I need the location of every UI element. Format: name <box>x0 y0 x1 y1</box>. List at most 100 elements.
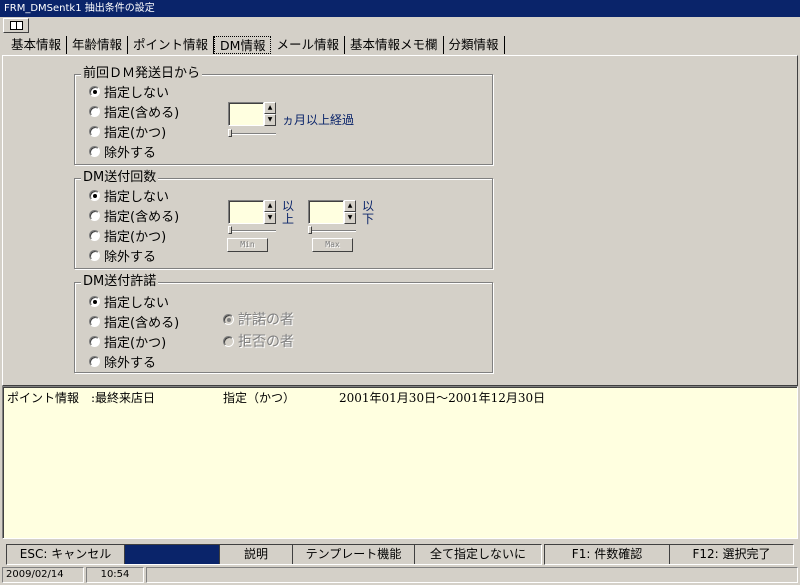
months-spinner[interactable]: ▲ ▼ <box>228 102 276 126</box>
tab-strip: 基本情報 年齢情報 ポイント情報 DM情報 メール情報 基本情報メモ欄 分類情報 <box>6 36 505 54</box>
window-title: FRM_DMSentk1 抽出条件の設定 <box>0 0 800 17</box>
f1-count-button[interactable]: F1: 件数確認 <box>545 545 670 564</box>
spin-up-icon[interactable]: ▲ <box>264 102 276 114</box>
function-bar-right: F1: 件数確認 F12: 選択完了 <box>544 544 794 565</box>
condition-log: ポイント情報 :最終来店日 指定（かつ） 2001年01月30日～2001年12… <box>2 386 798 539</box>
group-last-dm-date: 前回ＤＭ発送日から 指定しない 指定(含める) 指定(かつ) 除外する ▲ ▼ … <box>74 66 493 165</box>
spin-down-icon[interactable]: ▼ <box>264 212 276 224</box>
radio-exclude[interactable]: 除外する <box>89 246 157 265</box>
spin-down-icon[interactable]: ▼ <box>264 114 276 126</box>
esc-cancel-button[interactable]: ESC: キャンセル <box>7 545 125 564</box>
min-count-input[interactable] <box>228 200 264 224</box>
radio-label: 除外する <box>104 145 157 161</box>
max-label-upper: 以 <box>362 199 375 213</box>
group-dm-permission: DM送付許諾 指定しない 指定(含める) 指定(かつ) 除外する 許諾の者 拒否… <box>74 274 493 373</box>
radio-label: 指定しない <box>104 189 170 205</box>
tab-age-info[interactable]: 年齢情報 <box>67 36 129 54</box>
spin-up-icon[interactable]: ▲ <box>264 200 276 212</box>
radio-dot <box>89 295 100 307</box>
radio-dot <box>89 189 100 201</box>
radio-label: 指定(含める) <box>104 209 180 225</box>
clear-all-button[interactable]: 全て指定しないに <box>415 545 541 564</box>
radio-dot <box>89 355 100 367</box>
log-mode: 指定（かつ） <box>223 391 296 405</box>
tab-basic-memo[interactable]: 基本情報メモ欄 <box>345 36 444 54</box>
radio-label: 許諾の者 <box>238 312 294 328</box>
max-count-input[interactable] <box>308 200 344 224</box>
radio-dot <box>89 85 100 97</box>
group-dm-count: DM送付回数 指定しない 指定(含める) 指定(かつ) 除外する ▲ ▼ 以 上… <box>74 170 493 269</box>
blank-function-slot <box>125 545 220 564</box>
radio-label: 除外する <box>104 249 157 265</box>
radio-none[interactable]: 指定しない <box>89 82 169 101</box>
radio-and[interactable]: 指定(かつ) <box>89 122 167 141</box>
radio-and[interactable]: 指定(かつ) <box>89 332 167 351</box>
radio-label: 指定(かつ) <box>104 125 167 141</box>
log-range: 2001年01月30日～2001年12月30日 <box>339 391 546 405</box>
tab-point-info[interactable]: ポイント情報 <box>128 36 215 54</box>
radio-exclude[interactable]: 除外する <box>89 352 157 371</box>
dm-info-panel: 前回ＤＭ発送日から 指定しない 指定(含める) 指定(かつ) 除外する ▲ ▼ … <box>2 55 798 386</box>
radio-label: 除外する <box>104 355 157 371</box>
radio-label: 拒否の者 <box>238 334 294 350</box>
radio-refused[interactable]: 拒否の者 <box>223 332 294 350</box>
months-input[interactable] <box>228 102 264 126</box>
radio-none[interactable]: 指定しない <box>89 186 170 205</box>
min-label-lower: 上 <box>282 212 295 226</box>
max-button[interactable]: Max <box>312 238 353 252</box>
max-count-spinner[interactable]: ▲ ▼ <box>308 200 356 224</box>
radio-dot <box>223 335 234 347</box>
tab-mail-info[interactable]: メール情報 <box>271 36 345 54</box>
radio-none[interactable]: 指定しない <box>89 292 170 311</box>
radio-and[interactable]: 指定(かつ) <box>89 226 167 245</box>
function-bar-left: ESC: キャンセル 説明 テンプレート機能 全て指定しないに <box>6 544 542 565</box>
radio-dot <box>89 105 100 117</box>
min-slider-thumb[interactable] <box>228 226 232 234</box>
log-category: ポイント情報 <box>7 391 80 405</box>
radio-dot <box>223 313 234 325</box>
radio-dot <box>89 145 100 157</box>
group-title: DM送付回数 <box>81 170 159 186</box>
months-slider-track[interactable] <box>228 133 276 135</box>
months-suffix-label: ヵ月以上経過 <box>282 113 355 127</box>
months-slider-thumb[interactable] <box>228 129 232 137</box>
radio-label: 指定(含める) <box>104 105 180 121</box>
radio-dot <box>89 209 100 221</box>
radio-include[interactable]: 指定(含める) <box>89 206 180 225</box>
min-count-spinner[interactable]: ▲ ▼ <box>228 200 276 224</box>
radio-label: 指定しない <box>104 295 170 311</box>
book-icon <box>10 21 23 30</box>
radio-permitted[interactable]: 許諾の者 <box>223 310 294 328</box>
spin-up-icon[interactable]: ▲ <box>344 200 356 212</box>
tab-dm-info[interactable]: DM情報 <box>214 36 272 54</box>
group-title: DM送付許諾 <box>81 274 159 290</box>
radio-include[interactable]: 指定(含める) <box>89 312 180 331</box>
group-title: 前回ＤＭ発送日から <box>81 66 203 82</box>
help-button[interactable]: 説明 <box>220 545 293 564</box>
tab-basic-info[interactable]: 基本情報 <box>6 36 68 54</box>
radio-dot <box>89 229 100 241</box>
radio-label: 指定(かつ) <box>104 335 167 351</box>
radio-dot <box>89 249 100 261</box>
open-book-button[interactable] <box>3 18 29 33</box>
min-slider-track[interactable] <box>228 230 276 232</box>
status-date: 2009/02/14 <box>2 567 84 583</box>
status-empty <box>146 567 798 583</box>
min-label-upper: 以 <box>282 199 295 213</box>
radio-label: 指定(かつ) <box>104 229 167 245</box>
f12-done-button[interactable]: F12: 選択完了 <box>670 545 793 564</box>
spin-down-icon[interactable]: ▼ <box>344 212 356 224</box>
radio-dot <box>89 125 100 137</box>
template-button[interactable]: テンプレート機能 <box>293 545 415 564</box>
min-button[interactable]: Min <box>227 238 268 252</box>
status-time: 10:54 <box>86 567 144 583</box>
radio-include[interactable]: 指定(含める) <box>89 102 180 121</box>
radio-dot <box>89 315 100 327</box>
tab-category-info[interactable]: 分類情報 <box>444 36 505 54</box>
max-slider-thumb[interactable] <box>308 226 312 234</box>
radio-exclude[interactable]: 除外する <box>89 142 157 161</box>
max-slider-track[interactable] <box>308 230 356 232</box>
radio-label: 指定(含める) <box>104 315 180 331</box>
radio-dot <box>89 335 100 347</box>
log-field: :最終来店日 <box>91 391 156 405</box>
